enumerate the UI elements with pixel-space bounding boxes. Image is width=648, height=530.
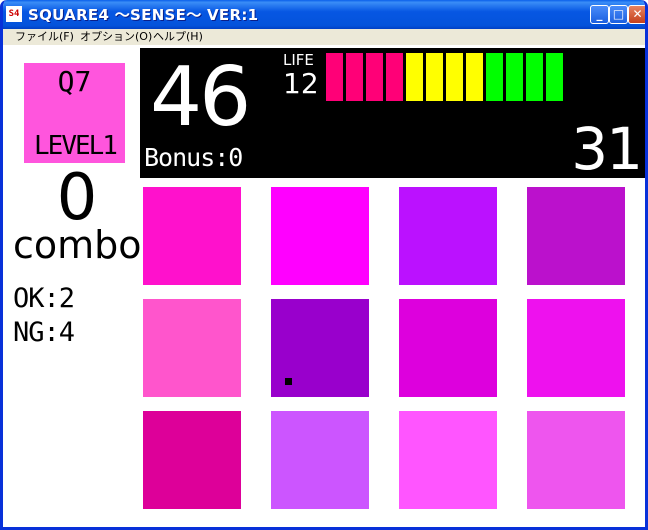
color-tile[interactable] [271, 299, 369, 397]
menu-bar: ファイル(F) オプション(O) ヘルプ(H) [3, 29, 645, 45]
color-tile[interactable] [143, 411, 241, 509]
ok-count: OK:2 [13, 283, 75, 314]
menu-file[interactable]: ファイル(F) [15, 29, 74, 45]
status-panel: 46 Bonus:0 LIFE 12 31 [140, 48, 645, 182]
life-segment [546, 53, 563, 101]
life-segment [386, 53, 403, 101]
combo-label: combo [13, 223, 142, 267]
window-title: SQUARE4 ～SENSE～ VER:1 [28, 6, 259, 24]
game-area: Q7 LEVEL1 0 combo OK:2 NG:4 46 Bonus:0 L… [3, 45, 645, 527]
life-segment [506, 53, 523, 101]
life-segment [486, 53, 503, 101]
life-segment [446, 53, 463, 101]
level-label: LEVEL1 [34, 131, 118, 161]
menu-help[interactable]: ヘルプ(H) [153, 29, 203, 45]
ng-count: NG:4 [13, 317, 75, 348]
color-tile[interactable] [399, 299, 497, 397]
color-tile[interactable] [399, 411, 497, 509]
bonus-counter: Bonus:0 [144, 143, 243, 172]
life-segment [526, 53, 543, 101]
menu-options[interactable]: オプション(O) [80, 29, 152, 45]
color-tile[interactable] [143, 299, 241, 397]
color-tile[interactable] [527, 299, 625, 397]
score: 31 [571, 115, 643, 183]
color-tile[interactable] [271, 411, 369, 509]
question-color-box: Q7 LEVEL1 [24, 63, 125, 163]
life-segment [326, 53, 343, 101]
life-segment [426, 53, 443, 101]
life-segment [406, 53, 423, 101]
color-tile[interactable] [527, 187, 625, 285]
app-icon: S4 [6, 6, 22, 22]
minimize-button[interactable]: _ [590, 5, 609, 24]
color-tile[interactable] [143, 187, 241, 285]
life-value: 12 [283, 67, 319, 100]
color-tile[interactable] [399, 187, 497, 285]
question-number: Q7 [57, 65, 92, 98]
color-tile[interactable] [527, 411, 625, 509]
time-remaining: 46 [150, 50, 251, 145]
cursor-marker-icon [285, 378, 292, 385]
maximize-button[interactable]: □ [609, 5, 628, 24]
life-segment [366, 53, 383, 101]
game-window: S4 SQUARE4 ～SENSE～ VER:1 _ □ ✕ ファイル(F) オ… [0, 0, 648, 530]
life-bar [326, 53, 566, 101]
life-segment [466, 53, 483, 101]
life-segment [346, 53, 363, 101]
color-tile[interactable] [271, 187, 369, 285]
title-bar[interactable]: S4 SQUARE4 ～SENSE～ VER:1 _ □ ✕ [3, 0, 645, 29]
close-button[interactable]: ✕ [628, 5, 645, 24]
